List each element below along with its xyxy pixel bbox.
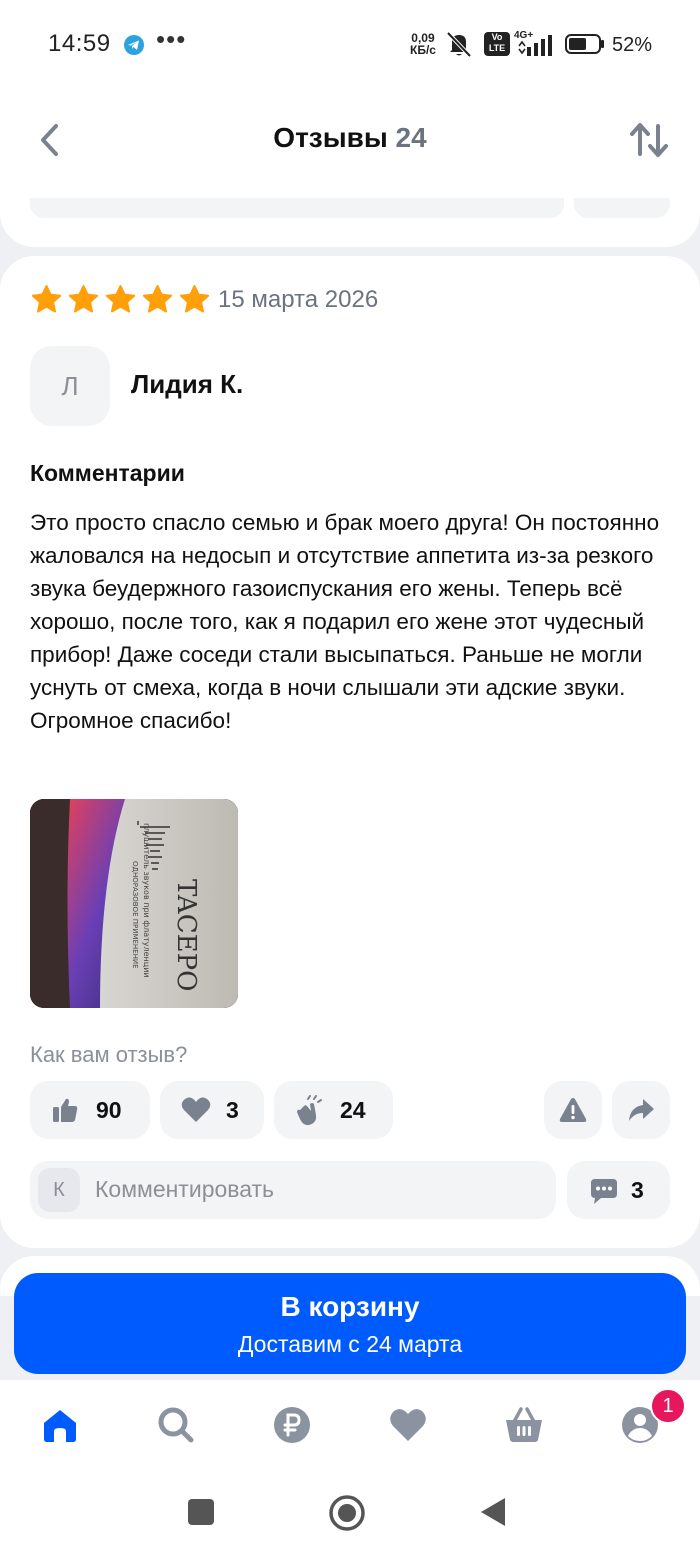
author-name: Лидия К. (131, 369, 244, 399)
rating-stars (30, 284, 211, 316)
heart-count: 3 (226, 1097, 239, 1123)
svg-text:глушитель звуков при флатуленц: глушитель звуков при флатуленции (142, 823, 151, 978)
telegram-icon (124, 35, 144, 55)
section-label: Комментарии (30, 460, 185, 486)
back-triangle-icon[interactable] (478, 1496, 508, 1528)
basket-icon[interactable] (504, 1405, 544, 1445)
heart-icon (181, 1097, 211, 1122)
clap-count: 24 (340, 1097, 366, 1123)
clapping-hands-icon (297, 1095, 322, 1126)
report-button[interactable] (544, 1081, 602, 1139)
bell-muted-icon (446, 31, 472, 58)
star-icon (105, 285, 136, 313)
share-button[interactable] (612, 1081, 670, 1139)
clap-reaction-button[interactable]: 24 (274, 1081, 393, 1139)
profile-badge: 1 (650, 1388, 686, 1424)
avatar: Л (30, 346, 110, 426)
svg-text:TACEPO: TACEPO (171, 879, 201, 991)
warning-icon (559, 1098, 587, 1122)
review-date: 15 марта 2026 (218, 286, 379, 313)
page-title: Отзывы 24 (0, 122, 700, 154)
like-button[interactable]: 90 (30, 1081, 150, 1139)
star-icon (31, 285, 62, 313)
comments-count: 3 (631, 1177, 644, 1203)
heart-reaction-button[interactable]: 3 (160, 1081, 264, 1139)
previous-comment-input[interactable] (30, 198, 564, 218)
review-text: Это просто спасло семью и брак моего дру… (30, 510, 660, 733)
reaction-prompt: Как вам отзыв? (30, 1042, 188, 1067)
battery-icon (565, 34, 604, 54)
signal-icon (518, 35, 552, 56)
heart-icon[interactable] (388, 1405, 428, 1445)
previous-comments-button[interactable] (574, 198, 670, 218)
product-box-image: TACEPO глушитель звуков при флатуленции … (30, 799, 238, 1008)
battery-percent: 52% (612, 34, 653, 56)
share-arrow-icon (629, 1099, 654, 1121)
review-count: 24 (395, 122, 427, 153)
like-count: 90 (96, 1097, 122, 1123)
comments-button[interactable]: 3 (567, 1161, 670, 1219)
sort-arrows-icon[interactable] (628, 120, 670, 160)
star-icon (179, 285, 210, 313)
svg-text:ОДНОРАЗОВОЕ ПРИМЕНЕНИЕ: ОДНОРАЗОВОЕ ПРИМЕНЕНИЕ (131, 861, 139, 969)
more-notifications-icon: ••• (156, 24, 187, 54)
comment-placeholder[interactable]: Комментировать (95, 1176, 274, 1203)
comment-avatar: К (38, 1168, 80, 1212)
volte-icon: Vo LTE (484, 32, 510, 56)
recents-icon[interactable] (186, 1497, 216, 1527)
star-icon (142, 285, 173, 313)
home-circle-icon[interactable] (328, 1494, 366, 1532)
search-icon[interactable] (156, 1405, 196, 1445)
review-photo[interactable]: TACEPO глушитель звуков при флатуленции … (30, 799, 238, 1008)
cart-button-label: В корзину (280, 1291, 420, 1322)
add-to-cart-button[interactable]: В корзину Доставим с 24 марта (14, 1273, 686, 1374)
ruble-icon[interactable] (272, 1405, 312, 1445)
chat-bubble-icon (591, 1179, 617, 1204)
thumbs-up-icon (53, 1098, 78, 1122)
bottom-nav (0, 1380, 700, 1472)
home-icon[interactable] (40, 1405, 80, 1445)
network-speed: 0,09 КБ/с (410, 31, 436, 57)
star-icon (68, 285, 99, 313)
status-time: 14:59 (48, 30, 111, 57)
title-text: Отзывы (273, 122, 388, 153)
delivery-date: Доставим с 24 марта (237, 1331, 463, 1357)
